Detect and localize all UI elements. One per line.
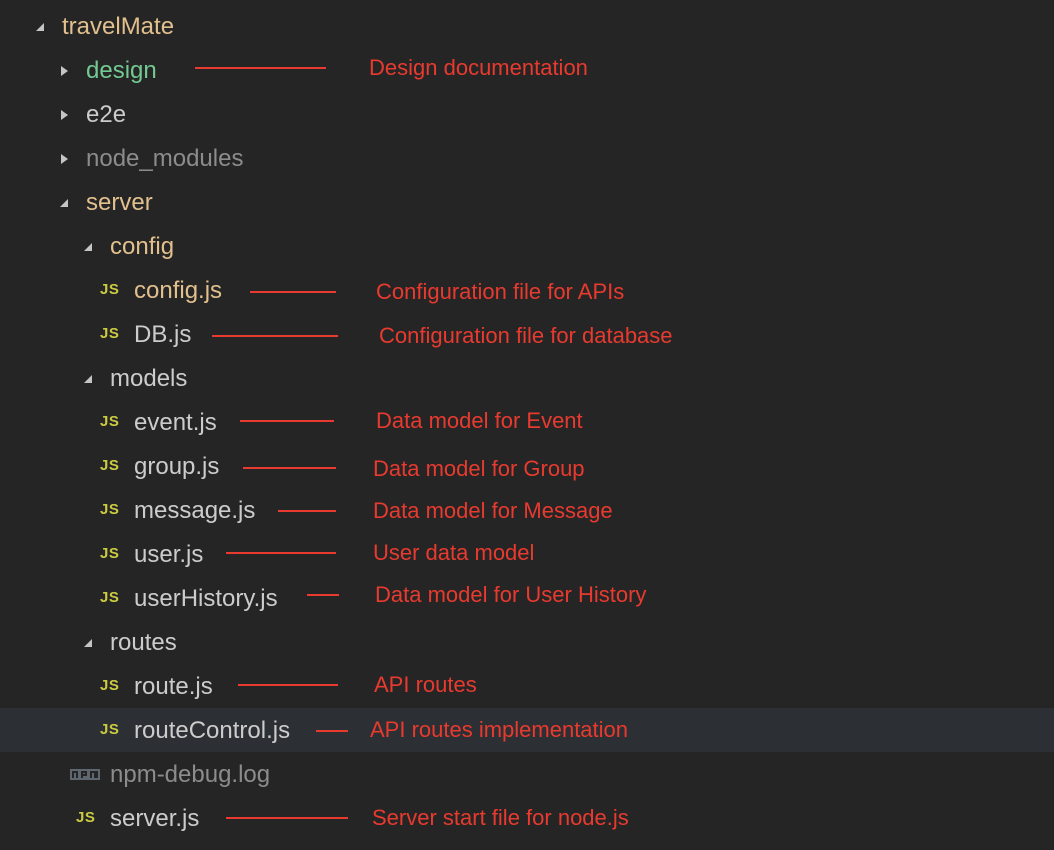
annotation-connector-line <box>243 467 336 469</box>
annotation-connector-line <box>278 510 336 512</box>
folder-name: design <box>86 57 157 84</box>
chevron-collapsed-icon[interactable] <box>57 108 71 122</box>
chevron-expanded-icon[interactable] <box>81 240 95 254</box>
chevron-expanded-icon[interactable] <box>33 20 47 34</box>
annotation-userhistory-js: Data model for User History <box>375 582 647 607</box>
annotation-connector-line <box>250 291 336 293</box>
folder-name: travelMate <box>62 13 175 40</box>
js-file-icon: JS <box>100 325 120 342</box>
annotation-connector-line <box>238 684 338 686</box>
annotation-db-js: Configuration file for database <box>379 323 673 348</box>
tree-item-server[interactable]: server <box>0 180 1054 224</box>
file-name: config.js <box>134 277 223 304</box>
js-file-icon: JS <box>100 545 120 562</box>
annotation-config-js: Configuration file for APIs <box>376 279 625 304</box>
file-name: DB.js <box>134 321 192 348</box>
chevron-expanded-icon[interactable] <box>81 636 95 650</box>
file-name: user.js <box>134 541 204 568</box>
js-file-icon: JS <box>100 457 120 474</box>
js-file-icon: JS <box>100 413 120 430</box>
file-name: event.js <box>134 409 217 436</box>
annotation-design: Design documentation <box>369 55 588 80</box>
tree-item-travelmate[interactable]: travelMate <box>0 4 1054 48</box>
tree-item-routes[interactable]: routes <box>0 620 1054 664</box>
annotation-connector-line <box>316 730 348 732</box>
npm-log-icon <box>70 769 100 780</box>
annotation-connector-line <box>307 594 339 596</box>
folder-name: server <box>86 189 153 216</box>
annotation-server-js: Server start file for node.js <box>372 805 629 830</box>
tree-item-route-js[interactable]: JS route.js <box>0 664 1054 708</box>
tree-item-config[interactable]: config <box>0 224 1054 268</box>
annotation-connector-line <box>226 552 336 554</box>
file-name: group.js <box>134 453 220 480</box>
js-file-icon: JS <box>100 721 120 738</box>
folder-name: routes <box>110 629 177 656</box>
file-name: npm-debug.log <box>110 761 271 788</box>
js-file-icon: JS <box>100 281 120 298</box>
annotation-routecontrol-js: API routes implementation <box>370 717 629 742</box>
file-name: routeControl.js <box>134 717 291 744</box>
js-file-icon: JS <box>100 589 120 606</box>
annotation-connector-line <box>195 67 326 69</box>
chevron-expanded-icon[interactable] <box>81 372 95 386</box>
folder-name: e2e <box>86 101 127 128</box>
file-name: userHistory.js <box>134 585 278 612</box>
chevron-collapsed-icon[interactable] <box>57 64 71 78</box>
annotation-connector-line <box>226 817 348 819</box>
annotation-connector-line <box>240 420 334 422</box>
annotation-message-js: Data model for Message <box>373 498 613 523</box>
file-name: server.js <box>110 805 200 832</box>
chevron-expanded-icon[interactable] <box>57 196 71 210</box>
folder-name: config <box>110 233 175 260</box>
tree-item-e2e[interactable]: e2e <box>0 92 1054 136</box>
annotation-user-js: User data model <box>373 540 535 565</box>
js-file-icon: JS <box>76 809 96 826</box>
js-file-icon: JS <box>100 501 120 518</box>
tree-item-models[interactable]: models <box>0 356 1054 400</box>
js-file-icon: JS <box>100 677 120 694</box>
file-explorer-tree: travelMate design Design documentation e… <box>0 0 1054 850</box>
tree-item-npm-debug-log[interactable]: npm-debug.log <box>0 752 1054 796</box>
annotation-group-js: Data model for Group <box>373 456 585 481</box>
annotation-event-js: Data model for Event <box>376 408 583 433</box>
folder-name: node_modules <box>86 145 244 172</box>
annotation-route-js: API routes <box>374 672 477 697</box>
file-name: message.js <box>134 497 256 524</box>
folder-name: models <box>110 365 188 392</box>
tree-item-node-modules[interactable]: node_modules <box>0 136 1054 180</box>
chevron-collapsed-icon[interactable] <box>57 152 71 166</box>
file-name: route.js <box>134 673 213 700</box>
annotation-connector-line <box>212 335 338 337</box>
